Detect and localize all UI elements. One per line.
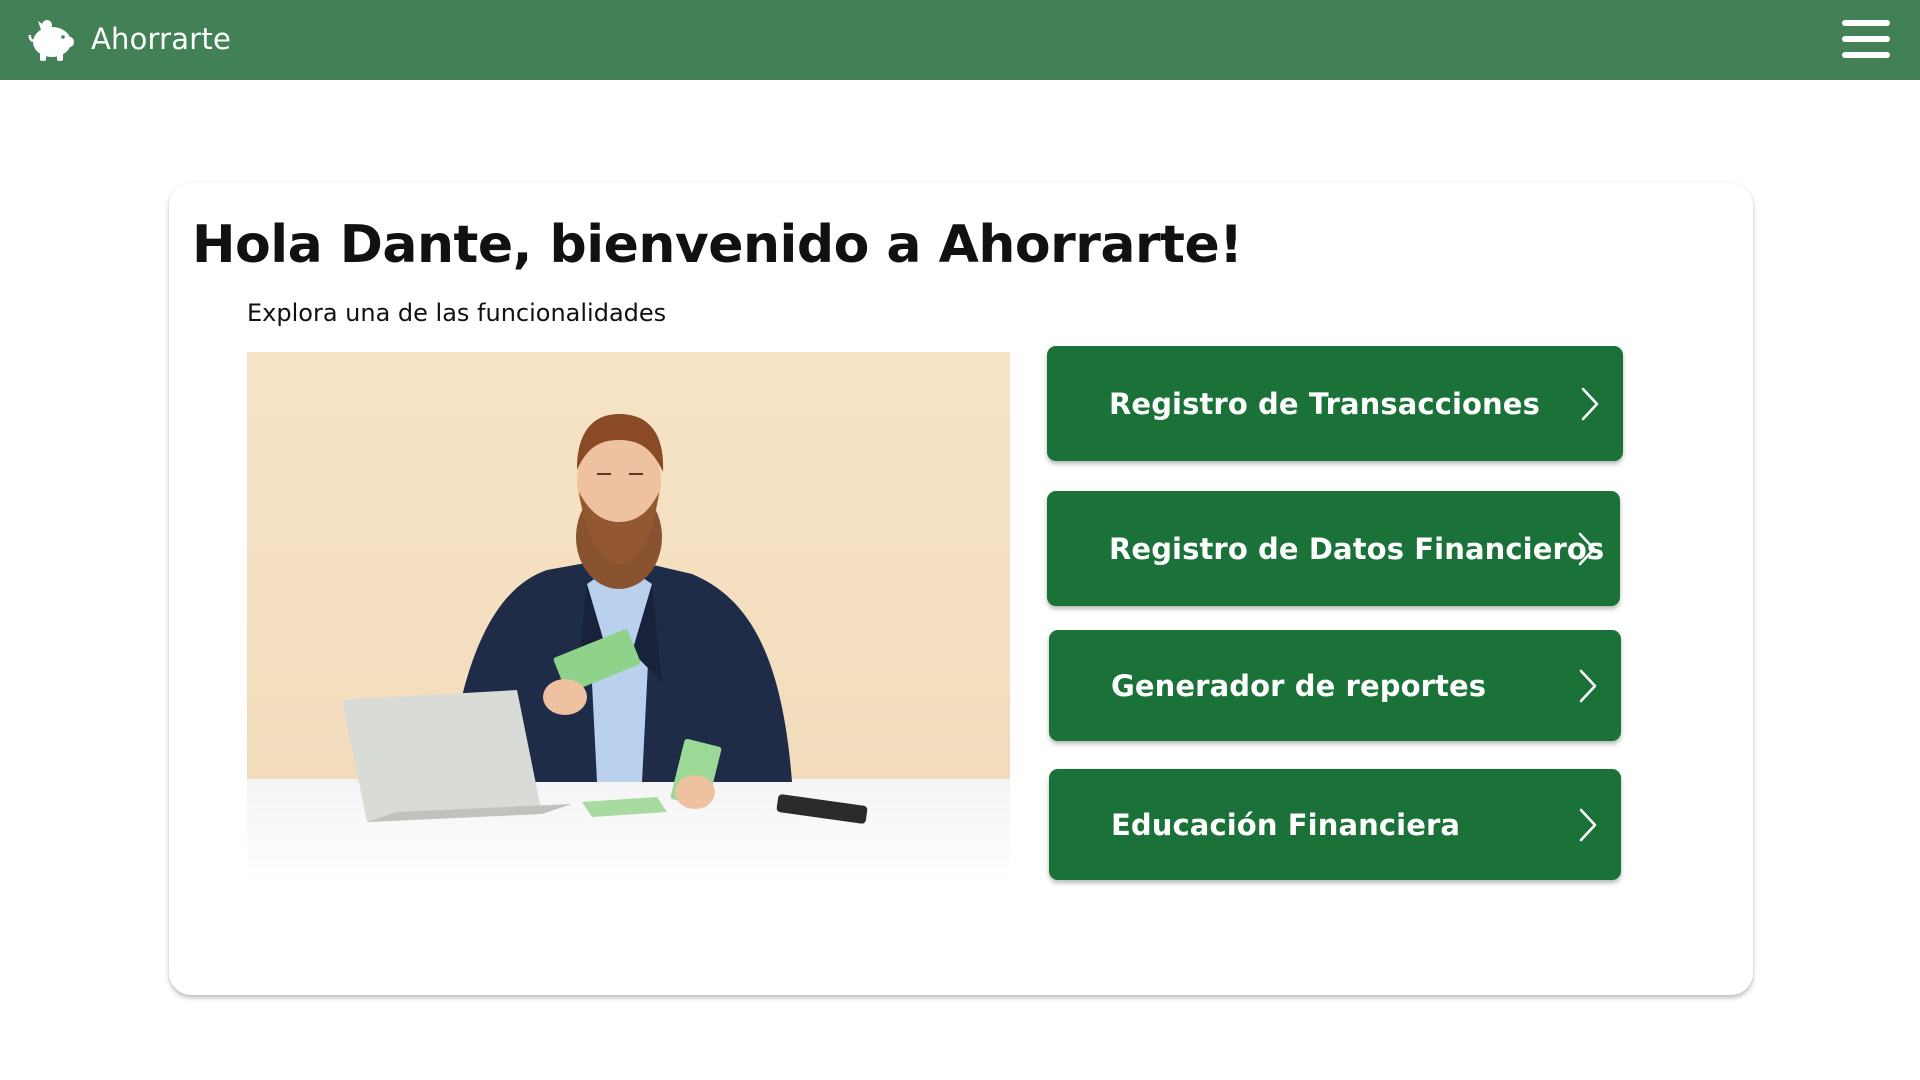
- registro-transacciones-button[interactable]: Registro de Transacciones: [1047, 346, 1623, 461]
- brand-name: Ahorrarte: [91, 22, 232, 56]
- page-subtitle: Explora una de las funcionalidades: [247, 299, 667, 327]
- piggy-bank-icon: [27, 15, 75, 63]
- hamburger-menu-icon[interactable]: [1842, 20, 1890, 58]
- action-label: Educación Financiera: [1111, 807, 1461, 842]
- page-title: Hola Dante, bienvenido a Ahorrarte!: [192, 215, 1243, 275]
- welcome-card: Hola Dante, bienvenido a Ahorrarte! Expl…: [169, 183, 1753, 995]
- brand[interactable]: Ahorrarte: [27, 15, 231, 63]
- chevron-right-icon: [1577, 668, 1599, 704]
- action-label: Registro de Transacciones: [1109, 386, 1540, 421]
- action-label: Registro de Datos Financieros: [1109, 531, 1605, 566]
- action-label: Generador de reportes: [1111, 668, 1487, 703]
- educacion-financiera-button[interactable]: Educación Financiera: [1049, 769, 1621, 880]
- registro-datos-financieros-button[interactable]: Registro de Datos Financieros: [1047, 491, 1620, 606]
- generador-reportes-button[interactable]: Generador de reportes: [1049, 630, 1621, 741]
- chevron-right-icon: [1577, 807, 1599, 843]
- top-navbar: Ahorrarte: [0, 0, 1920, 80]
- chevron-right-icon: [1579, 386, 1601, 422]
- chevron-right-icon: [1576, 531, 1598, 567]
- hero-image: [247, 352, 1010, 883]
